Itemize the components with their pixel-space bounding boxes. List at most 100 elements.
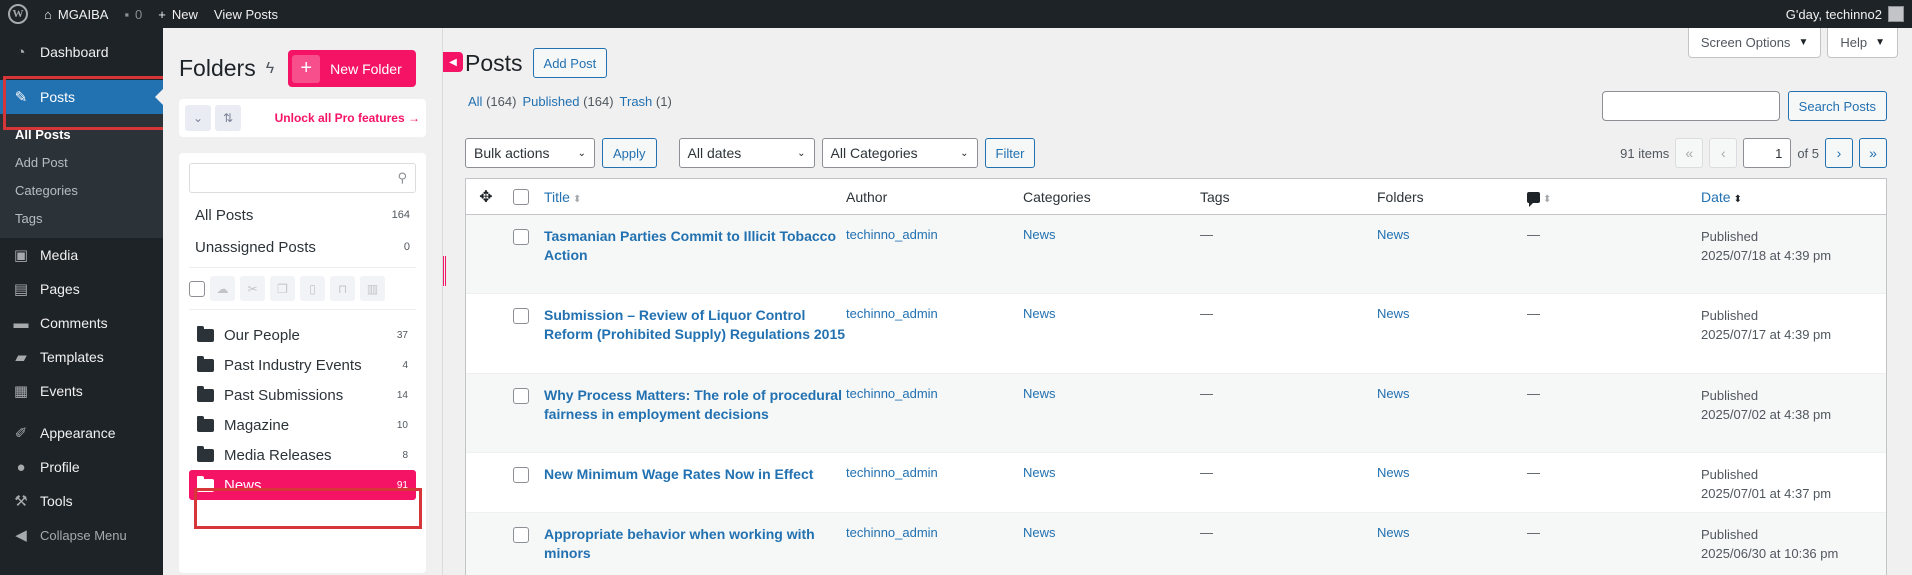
search-posts-input[interactable]	[1601, 91, 1780, 121]
sidebar-item-pages[interactable]: ▤ Pages	[0, 272, 163, 306]
sidebar-item-label: Templates	[40, 349, 104, 365]
folder-link[interactable]: News	[1377, 525, 1410, 540]
current-page-input[interactable]: 1	[1743, 138, 1792, 168]
view-all-link[interactable]: All	[468, 94, 482, 109]
row-checkbox[interactable]	[513, 467, 529, 483]
category-link[interactable]: News	[1023, 227, 1056, 242]
filter-button[interactable]: Filter	[984, 138, 1036, 168]
post-title-link[interactable]: Submission – Review of Liquor Control Ref…	[544, 307, 845, 342]
author-link[interactable]: techinno_admin	[846, 306, 938, 321]
bulk-actions-select[interactable]: Bulk actions ⌄	[465, 138, 595, 168]
apply-button[interactable]: Apply	[602, 138, 657, 168]
comments-column-header[interactable]: ⬍	[1527, 189, 1701, 207]
sidebar-item-label: Comments	[40, 315, 108, 331]
row-checkbox[interactable]	[513, 527, 529, 543]
folder-item-news[interactable]: News 91	[189, 470, 416, 500]
date-column-header[interactable]: Date	[1701, 189, 1731, 205]
panel-resize-handle[interactable]	[443, 256, 446, 286]
last-page-button[interactable]: »	[1859, 138, 1887, 168]
folder-link[interactable]: News	[1377, 386, 1410, 401]
sort-icon[interactable]: ⇅	[215, 105, 241, 131]
select-all-folders-checkbox[interactable]	[189, 280, 205, 297]
prev-page-button[interactable]: ‹	[1709, 138, 1738, 168]
new-folder-button[interactable]: + New Folder	[288, 50, 416, 87]
folder-link[interactable]: News	[1377, 465, 1410, 480]
folder-item-magazine[interactable]: Magazine 10	[189, 410, 416, 440]
unlock-pro-link[interactable]: Unlock all Pro features →	[275, 111, 420, 125]
category-link[interactable]: News	[1023, 465, 1056, 480]
sidebar-item-events[interactable]: ▦ Events	[0, 374, 163, 408]
folder-link[interactable]: News	[1377, 306, 1410, 321]
folder-item-past-submissions[interactable]: Past Submissions 14	[189, 380, 416, 410]
sidebar-item-templates[interactable]: ▰ Templates	[0, 340, 163, 374]
sidebar-item-comments[interactable]: ▬ Comments	[0, 306, 163, 340]
lock-icon[interactable]: ⊓	[330, 276, 355, 301]
page-title: Posts	[465, 49, 523, 76]
category-link[interactable]: News	[1023, 386, 1056, 401]
my-account-link[interactable]: G'day, techinno2	[1786, 6, 1912, 22]
submenu-categories[interactable]: Categories	[0, 176, 163, 204]
submenu-all-posts[interactable]: All Posts	[0, 120, 163, 148]
copy-icon[interactable]: ❐	[270, 276, 295, 301]
lightning-icon[interactable]: ϟ	[266, 60, 274, 78]
row-checkbox[interactable]	[513, 388, 529, 404]
select-all-checkbox[interactable]	[513, 188, 529, 205]
sidebar-item-media[interactable]: ▣ Media	[0, 238, 163, 272]
chevron-down-icon[interactable]: ⌄	[185, 105, 211, 131]
sidebar-item-profile[interactable]: ● Profile	[0, 450, 163, 484]
help-button[interactable]: Help ▼	[1827, 28, 1898, 58]
paste-icon[interactable]: ▯	[300, 276, 325, 301]
add-post-button[interactable]: Add Post	[532, 48, 608, 78]
next-page-button[interactable]: ›	[1825, 138, 1853, 168]
view-published-link[interactable]: Published	[522, 94, 579, 109]
home-icon: ⌂	[44, 6, 52, 22]
view-trash-link[interactable]: Trash	[620, 94, 653, 109]
site-name-link[interactable]: ⌂ MGAIBA	[36, 0, 116, 28]
row-checkbox[interactable]	[513, 308, 529, 324]
author-link[interactable]: techinno_admin	[846, 227, 938, 242]
author-link[interactable]: techinno_admin	[846, 465, 938, 480]
sidebar-item-tools[interactable]: ⚒ Tools	[0, 484, 163, 518]
post-title-link[interactable]: Appropriate behavior when working with mi…	[544, 526, 815, 561]
post-status: Published	[1701, 527, 1759, 542]
view-posts-link[interactable]: View Posts	[206, 0, 286, 28]
folder-item-media-releases[interactable]: Media Releases 8	[189, 440, 416, 470]
trash-icon[interactable]: ▥	[360, 276, 385, 301]
post-title-link[interactable]: New Minimum Wage Rates Now in Effect	[544, 466, 813, 482]
title-column-header[interactable]: Title	[544, 189, 570, 205]
wordpress-logo-button[interactable]: W	[0, 0, 36, 28]
author-link[interactable]: techinno_admin	[846, 386, 938, 401]
row-checkbox[interactable]	[513, 229, 529, 245]
author-link[interactable]: techinno_admin	[846, 525, 938, 540]
folder-link[interactable]: News	[1377, 227, 1410, 242]
folder-unassigned-posts[interactable]: Unassigned Posts 0	[189, 231, 416, 263]
sidebar-item-appearance[interactable]: ✐ Appearance	[0, 416, 163, 450]
collapse-menu-button[interactable]: ◀ Collapse Menu	[0, 518, 163, 552]
category-link[interactable]: News	[1023, 525, 1056, 540]
date-filter-select[interactable]: All dates ⌄	[678, 138, 815, 168]
folder-all-posts[interactable]: All Posts 164	[189, 199, 416, 231]
submenu-add-post[interactable]: Add Post	[0, 148, 163, 176]
new-content-link[interactable]: + New	[150, 0, 206, 28]
move-icon[interactable]: ✥	[466, 187, 506, 207]
search-posts-button[interactable]: Search Posts	[1787, 91, 1887, 121]
category-link[interactable]: News	[1023, 306, 1056, 321]
folder-toolbar: ⌄ ⇅ Unlock all Pro features →	[179, 99, 426, 137]
view-count: (164)	[486, 94, 517, 109]
post-title-link[interactable]: Tasmanian Parties Commit to Illicit Toba…	[544, 228, 836, 263]
upload-icon[interactable]: ☁	[210, 276, 235, 301]
sidebar-item-dashboard[interactable]: ◔ Dashboard	[0, 35, 163, 69]
sidebar-item-posts[interactable]: ✎ Posts	[0, 80, 163, 114]
cut-icon[interactable]: ✂	[240, 276, 265, 301]
folder-search-input[interactable]: ⚲	[189, 163, 416, 193]
post-title-link[interactable]: Why Process Matters: The role of procedu…	[544, 387, 842, 422]
collapse-panel-icon[interactable]: ◀	[443, 52, 463, 72]
comments-link[interactable]: ▪ 0	[116, 0, 150, 28]
category-filter-select[interactable]: All Categories ⌄	[821, 138, 978, 168]
sidebar-item-label: Events	[40, 383, 83, 399]
first-page-button[interactable]: «	[1675, 138, 1704, 168]
screen-options-button[interactable]: Screen Options ▼	[1687, 28, 1822, 58]
folder-item-past-industry-events[interactable]: Past Industry Events 4	[189, 350, 416, 380]
folder-item-our-people[interactable]: Our People 37	[189, 320, 416, 350]
submenu-tags[interactable]: Tags	[0, 204, 163, 232]
